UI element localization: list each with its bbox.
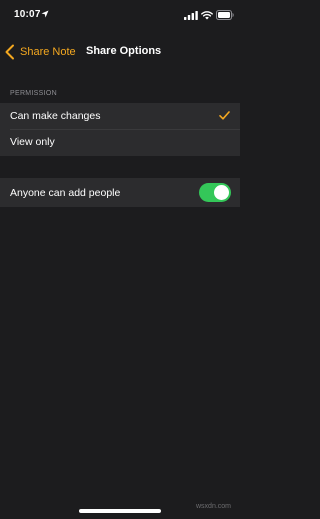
permission-options-list: Can make changes View only: [0, 103, 240, 156]
navigation-bar: Share Note Share Options: [0, 36, 240, 66]
back-button-label: Share Note: [20, 46, 76, 58]
permission-option-can-make-changes[interactable]: Can make changes: [0, 103, 240, 129]
toggle-knob: [214, 185, 229, 200]
back-button[interactable]: Share Note: [4, 42, 76, 62]
permission-option-view-only[interactable]: View only: [0, 129, 240, 155]
permission-option-label: Can make changes: [10, 110, 101, 122]
permission-section-header: PERMISSION: [10, 90, 57, 97]
watermark: wsxdn.com: [196, 503, 232, 510]
anyone-can-add-people-row: Anyone can add people: [0, 178, 240, 207]
wifi-icon: [201, 11, 213, 20]
battery-icon: [216, 10, 234, 20]
home-indicator[interactable]: [79, 509, 161, 513]
page-title: Share Options: [86, 45, 162, 57]
cellular-signal-icon: [184, 11, 198, 20]
anyone-can-add-people-toggle[interactable]: [199, 183, 231, 202]
status-time: 10:07: [14, 9, 41, 20]
chevron-left-icon: [5, 44, 14, 60]
anyone-can-add-people-label: Anyone can add people: [10, 186, 121, 199]
checkmark-icon: [219, 111, 230, 120]
status-bar: 10:07: [0, 0, 240, 30]
permission-option-label: View only: [10, 136, 55, 148]
location-arrow-icon: [41, 10, 49, 18]
sharing-settings-list: Anyone can add people: [0, 178, 240, 207]
